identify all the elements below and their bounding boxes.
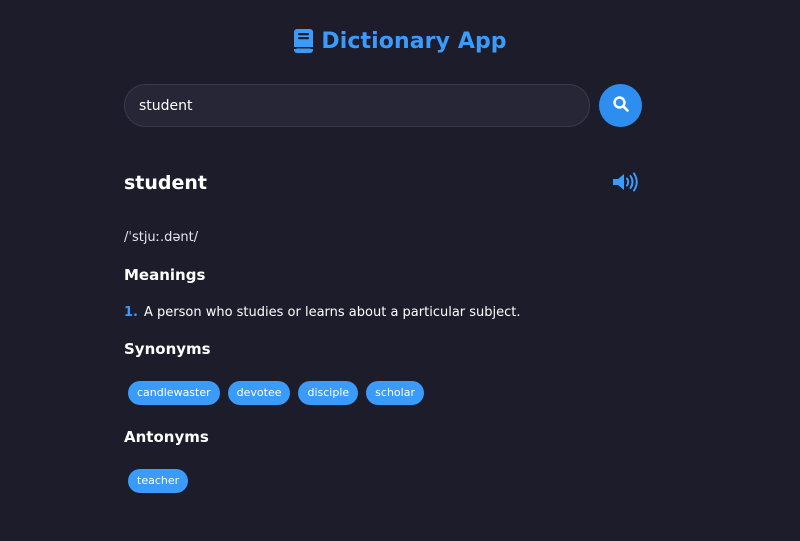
search-input[interactable]	[124, 84, 590, 127]
app-header: Dictionary App	[0, 28, 800, 54]
word-title: student	[124, 172, 208, 194]
app-title: Dictionary App	[321, 28, 507, 54]
speaker-icon	[612, 172, 638, 196]
dictionary-app: Dictionary App student /ˈstjuː.dənt/ Mea…	[0, 0, 800, 541]
synonym-tag[interactable]: candlewaster	[128, 381, 220, 405]
meaning-number: 1.	[124, 305, 138, 320]
antonyms-list: teacher	[128, 469, 189, 493]
synonym-tag[interactable]: disciple	[298, 381, 359, 405]
antonyms-heading: Antonyms	[124, 428, 209, 446]
synonyms-heading: Synonyms	[124, 340, 211, 358]
search-button[interactable]	[599, 84, 642, 127]
search-bar	[124, 84, 642, 128]
synonym-tag[interactable]: devotee	[227, 381, 291, 405]
meaning-item: 1. A person who studies or learns about a…	[124, 305, 521, 320]
search-icon	[612, 95, 630, 116]
antonym-tag[interactable]: teacher	[128, 469, 189, 493]
synonyms-list: candlewaster devotee disciple scholar	[128, 381, 424, 405]
play-audio-button[interactable]	[611, 172, 639, 196]
synonym-tag[interactable]: scholar	[366, 381, 424, 405]
book-icon	[293, 28, 315, 54]
phonetic-text: /ˈstjuː.dənt/	[124, 230, 199, 245]
meaning-text: A person who studies or learns about a p…	[143, 305, 521, 320]
meanings-heading: Meanings	[124, 266, 206, 284]
